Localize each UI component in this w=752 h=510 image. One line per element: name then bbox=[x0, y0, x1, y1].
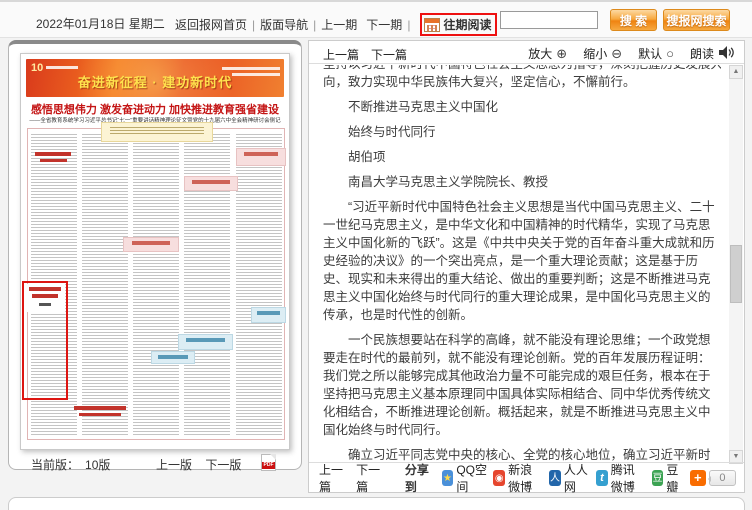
annotation-highlight-box: 往期阅读 bbox=[420, 13, 498, 36]
thumbnail-masthead: 10 奋进新征程 · 建功新时代 bbox=[26, 59, 284, 97]
thumbnail-article-heading bbox=[35, 152, 71, 156]
share-sina-weibo-link[interactable]: 新浪微博 bbox=[493, 461, 543, 495]
sina-weibo-icon bbox=[493, 469, 506, 486]
share-tencent-weibo-link[interactable]: 腾讯微博 bbox=[596, 461, 646, 495]
scrollbar[interactable]: ▲ ▼ bbox=[729, 65, 743, 464]
share-qzone-label: QQ空间 bbox=[456, 462, 487, 494]
thumbnail-text-column bbox=[82, 134, 128, 436]
article-paragraph: “习近平新时代中国特色社会主义思想是当代中国马克思主义、二十一世纪马克思主义，是… bbox=[323, 200, 715, 322]
prev-page-link[interactable]: 上一版 bbox=[156, 458, 192, 472]
next-article-link[interactable]: 下一篇 bbox=[371, 46, 407, 63]
masthead-tiny-text bbox=[46, 66, 78, 69]
default-size-label[interactable]: 默认 bbox=[638, 45, 662, 62]
zoom-in-icon[interactable] bbox=[556, 47, 567, 60]
thumbnail-article-heading bbox=[123, 237, 179, 252]
next-page-link[interactable]: 下一版 bbox=[205, 458, 241, 472]
search-input[interactable] bbox=[500, 11, 598, 29]
prev-article-link[interactable]: 上一篇 bbox=[323, 46, 359, 63]
nav-separator: | bbox=[252, 17, 256, 32]
qzone-icon bbox=[441, 469, 454, 486]
share-tqq-label: 腾讯微博 bbox=[610, 462, 635, 494]
nav-archive-link[interactable]: 往期阅读 bbox=[443, 16, 491, 33]
article-author-affiliation: 南昌大学马克思主义学院院长、教授 bbox=[348, 175, 549, 189]
newspaper-page-thumbnail[interactable]: 10 奋进新征程 · 建功新时代 感悟思想伟力 激发奋进动力 加快推进教育强省建… bbox=[20, 53, 290, 450]
nav-separator: | bbox=[407, 17, 411, 32]
zoom-out-label[interactable]: 缩小 bbox=[583, 45, 607, 62]
share-renren-link[interactable]: 人人网 bbox=[549, 461, 590, 495]
share-douban-label: 豆瓣 bbox=[666, 462, 679, 494]
read-aloud-label[interactable]: 朗读 bbox=[690, 45, 714, 62]
share-douban-link[interactable]: 豆瓣 bbox=[651, 461, 684, 495]
share-more-icon bbox=[689, 469, 706, 486]
current-page-value: 10版 bbox=[85, 458, 111, 472]
thumbnail-article-heading bbox=[251, 307, 286, 323]
topbar: 2022年01月18日 星期二 返回报网首页 | 版面导航 | 上一期 下一期 | 往… bbox=[0, 0, 752, 38]
article-title-line-2: 始终与时代同行 bbox=[348, 125, 436, 139]
thumbnail-headline: 感悟思想伟力 激发奋进动力 加快推进教育强省建设 bbox=[30, 104, 280, 116]
thumbnail-article-heading bbox=[74, 406, 126, 410]
thumbnail-article-heading bbox=[40, 159, 67, 162]
scrollbar-up-arrow[interactable]: ▲ bbox=[729, 65, 743, 79]
thumbnail-text-column bbox=[236, 134, 282, 436]
pdf-download-icon[interactable] bbox=[261, 454, 276, 471]
renren-icon bbox=[549, 469, 561, 486]
lead-tail-line: 向，致力实现中华民族伟大复兴，坚定信心，不懈前行。 bbox=[323, 75, 636, 89]
speaker-icon[interactable] bbox=[719, 45, 734, 62]
current-page-label: 当前版： bbox=[31, 458, 80, 472]
share-qzone-link[interactable]: QQ空间 bbox=[441, 461, 488, 495]
article-paragraph: 一个民族想要站在科学的高峰，就不能没有理论思维；一个政党想要走在时代的最前列，就… bbox=[323, 333, 711, 437]
bottom-section-stub bbox=[8, 497, 745, 510]
zoom-in-label[interactable]: 放大 bbox=[528, 45, 552, 62]
search-button[interactable]: 搜 索 bbox=[610, 9, 657, 31]
share-renren-label: 人人网 bbox=[563, 462, 588, 494]
current-page-indicator: 当前版： 10版 bbox=[31, 456, 110, 473]
footer-next-article-link[interactable]: 下一篇 bbox=[356, 461, 383, 495]
default-size-icon[interactable] bbox=[666, 47, 674, 60]
calendar-icon[interactable] bbox=[424, 17, 441, 32]
clipped-text-line: 坚持以习近平新时代中国特色社会主义思想为指导，深刻把握历史发展大势和前进方 bbox=[323, 65, 721, 73]
zoom-out-icon[interactable] bbox=[611, 47, 622, 60]
selected-article-highlight[interactable] bbox=[22, 281, 68, 400]
article-text: 坚持以习近平新时代中国特色社会主义思想为指导，深刻把握历史发展大势和前进方 向，… bbox=[323, 65, 721, 464]
nav-prev-issue-link[interactable]: 上一期 bbox=[321, 16, 357, 33]
douban-icon bbox=[651, 469, 664, 486]
article-scroll-area: 坚持以习近平新时代中国特色社会主义思想为指导，深刻把握历史发展大势和前进方 向，… bbox=[309, 65, 730, 464]
thumbnail-article-heading bbox=[236, 148, 286, 166]
thumbnail-footer: 当前版： 10版 上一版 下一版 bbox=[9, 454, 301, 474]
nav-next-issue-link[interactable]: 下一期 bbox=[366, 16, 402, 33]
share-count-badge: 0 bbox=[707, 469, 737, 486]
thumbnail-editor-note-box bbox=[101, 122, 213, 142]
top-navigation: 返回报网首页 | 版面导航 | 上一期 下一期 | 往期阅读 bbox=[175, 13, 498, 36]
thumbnail-article-heading bbox=[184, 176, 238, 191]
nav-home-link[interactable]: 返回报网首页 bbox=[175, 16, 247, 33]
article-panel: 上一篇 下一篇 放大 缩小 默认 朗读 bbox=[308, 40, 745, 495]
selected-article-title-block bbox=[25, 284, 65, 312]
share-sina-label: 新浪微博 bbox=[508, 462, 533, 494]
thumbnail-article-heading bbox=[151, 351, 195, 364]
thumbnail-text-column bbox=[133, 134, 179, 436]
masthead-banner: 奋进新征程 · 建功新时代 bbox=[77, 75, 233, 90]
article-toolbar: 上一篇 下一篇 放大 缩小 默认 朗读 bbox=[309, 41, 744, 64]
scrollbar-thumb[interactable] bbox=[730, 245, 742, 303]
epaper-reader-page: 2022年01月18日 星期二 返回报网首页 | 版面导航 | 上一期 下一期 | 往… bbox=[0, 0, 752, 510]
article-lead-paragraph: 坚持以习近平新时代中国特色社会主义思想为指导，深刻把握历史发展大势和前进方 向，… bbox=[323, 65, 721, 91]
nav-layout-link[interactable]: 版面导航 bbox=[260, 16, 308, 33]
nav-separator: | bbox=[313, 17, 317, 32]
article-author: 胡伯项 bbox=[348, 150, 386, 164]
thumbnail-article-heading bbox=[79, 413, 121, 416]
masthead-tiny-text bbox=[222, 67, 280, 70]
issue-date: 2022年01月18日 星期二 bbox=[36, 17, 165, 31]
article-footer: 上一篇 下一篇 分享到 QQ空间 新浪微博 人人网 腾讯微博 豆瓣 bbox=[309, 461, 744, 495]
page-thumbnail-panel: 10 奋进新征程 · 建功新时代 感悟思想伟力 激发奋进动力 加快推进教育强省建… bbox=[8, 40, 302, 472]
tencent-weibo-icon bbox=[596, 469, 608, 486]
site-search-button[interactable]: 搜报网搜索 bbox=[663, 9, 730, 31]
article-title-line-1: 不断推进马克思主义中国化 bbox=[348, 100, 499, 114]
thumbnail-article-heading bbox=[178, 334, 233, 350]
share-label: 分享到 bbox=[404, 462, 429, 494]
footer-prev-article-link[interactable]: 上一篇 bbox=[319, 461, 346, 495]
